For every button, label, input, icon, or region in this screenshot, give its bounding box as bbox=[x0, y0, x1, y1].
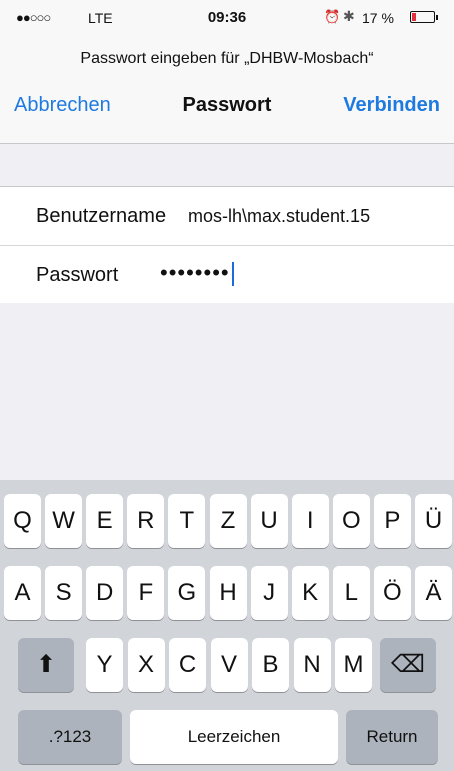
key-a[interactable]: A bbox=[4, 566, 41, 620]
key-s[interactable]: S bbox=[45, 566, 83, 620]
key-u[interactable]: U bbox=[250, 494, 288, 548]
username-label: Benutzername bbox=[36, 205, 167, 227]
key-z[interactable]: Z bbox=[209, 494, 247, 548]
username-row[interactable]: Benutzername mos-lh\max.student.15 bbox=[0, 187, 454, 245]
shift-icon: ⬆ bbox=[35, 651, 57, 678]
password-mask: •••••••• bbox=[160, 260, 230, 285]
key-j[interactable]: J bbox=[250, 566, 288, 620]
battery-percentage: 17 % bbox=[362, 10, 394, 26]
battery-fill bbox=[412, 13, 416, 21]
key-r[interactable]: R bbox=[127, 494, 165, 548]
key-ä[interactable]: Ä bbox=[415, 566, 452, 620]
bluetooth-icon: ✱ bbox=[343, 8, 355, 24]
text-cursor bbox=[231, 262, 234, 287]
password-field[interactable]: •••••••• bbox=[160, 260, 234, 287]
key-b[interactable]: B bbox=[252, 638, 289, 692]
key-ö[interactable]: Ö bbox=[373, 566, 411, 620]
key-k[interactable]: K bbox=[291, 566, 329, 620]
battery-icon bbox=[410, 11, 438, 23]
numbers-key[interactable]: .?123 bbox=[18, 710, 122, 764]
credentials-form: Benutzername mos-lh\max.student.15 Passw… bbox=[0, 186, 454, 304]
key-c[interactable]: C bbox=[169, 638, 206, 692]
empty-area bbox=[0, 303, 454, 480]
key-g[interactable]: G bbox=[168, 566, 206, 620]
key-ü[interactable]: Ü bbox=[415, 494, 452, 548]
key-e[interactable]: E bbox=[86, 494, 124, 548]
navigation-bar: Passwort eingeben für „DHBW-Mosbach“ Abb… bbox=[0, 36, 454, 144]
password-label: Passwort bbox=[36, 264, 119, 286]
status-bar: ●●○○○ LTE 09:36 ⏰ ✱ 17 % bbox=[0, 0, 454, 36]
key-o[interactable]: O bbox=[332, 494, 370, 548]
key-x[interactable]: X bbox=[127, 638, 165, 692]
space-key[interactable]: Leerzeichen bbox=[130, 710, 338, 764]
key-w[interactable]: W bbox=[45, 494, 83, 548]
key-i[interactable]: I bbox=[291, 494, 329, 548]
keyboard: QWERTZUIOPÜ ASDFGHJKLÖÄ ⬆ ⌫ YXCVBNM .?12… bbox=[0, 480, 454, 771]
keyboard-row-1: QWERTZUIOPÜ bbox=[0, 494, 454, 550]
key-f[interactable]: F bbox=[127, 566, 165, 620]
username-field[interactable]: mos-lh\max.student.15 bbox=[188, 206, 370, 227]
return-key[interactable]: Return bbox=[346, 710, 438, 764]
key-t[interactable]: T bbox=[168, 494, 206, 548]
key-l[interactable]: L bbox=[332, 566, 370, 620]
password-row[interactable]: Passwort •••••••• bbox=[0, 245, 454, 303]
delete-key[interactable]: ⌫ bbox=[380, 638, 436, 692]
keyboard-row-3: ⬆ ⌫ YXCVBNM bbox=[0, 638, 454, 694]
section-spacer bbox=[0, 144, 454, 186]
key-y[interactable]: Y bbox=[86, 638, 123, 692]
key-n[interactable]: N bbox=[293, 638, 331, 692]
key-v[interactable]: V bbox=[210, 638, 248, 692]
alarm-icon: ⏰ bbox=[324, 9, 341, 24]
password-prompt: Passwort eingeben für „DHBW-Mosbach“ bbox=[80, 50, 374, 67]
shift-key[interactable]: ⬆ bbox=[18, 638, 74, 692]
key-q[interactable]: Q bbox=[4, 494, 41, 548]
keyboard-row-4: .?123 Leerzeichen Return bbox=[0, 710, 454, 766]
key-d[interactable]: D bbox=[86, 566, 124, 620]
key-h[interactable]: H bbox=[209, 566, 247, 620]
key-p[interactable]: P bbox=[373, 494, 411, 548]
delete-icon: ⌫ bbox=[391, 651, 425, 678]
keyboard-row-2: ASDFGHJKLÖÄ bbox=[0, 566, 454, 622]
key-m[interactable]: M bbox=[335, 638, 372, 692]
connect-button[interactable]: Verbinden bbox=[343, 94, 440, 117]
